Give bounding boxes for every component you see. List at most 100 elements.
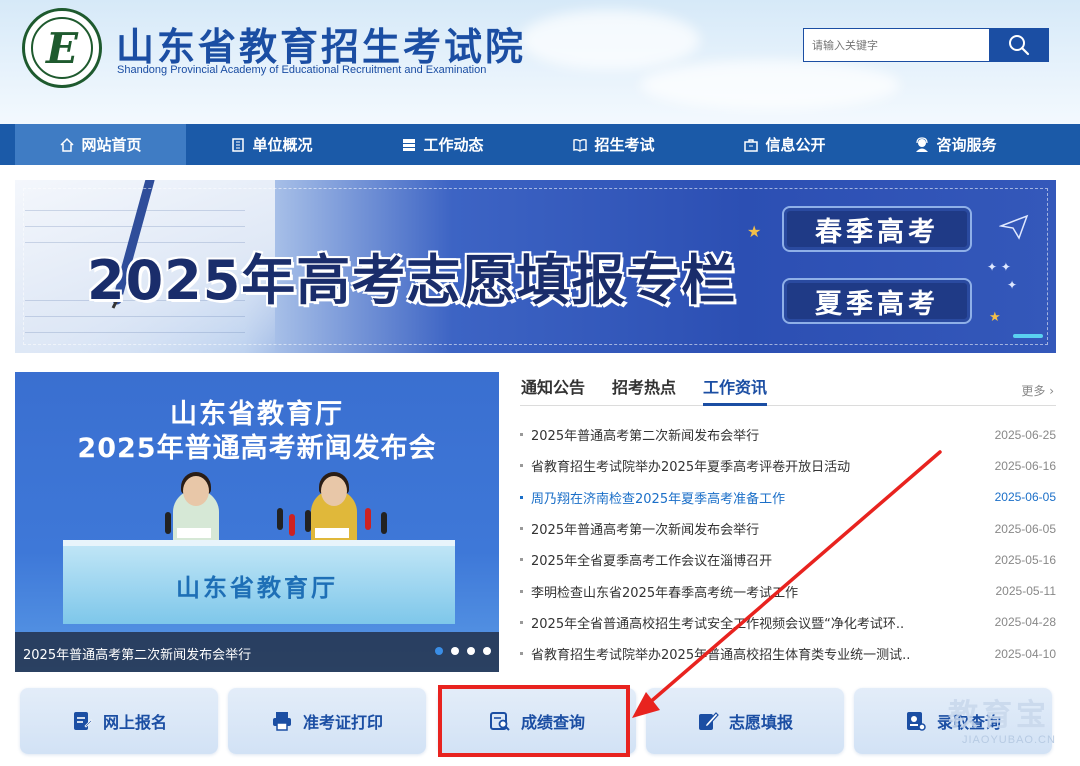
microphone-icon	[305, 510, 311, 532]
bullet-icon	[520, 527, 523, 531]
paper-plane-icon	[999, 214, 1029, 240]
nameplate	[177, 528, 211, 538]
news-date: 2025-06-25	[994, 427, 1056, 442]
news-title: 2025年普通高考第二次新闻发布会举行	[531, 429, 760, 445]
form-icon	[73, 712, 93, 730]
nameplate	[315, 528, 349, 538]
tab-notices[interactable]: 通知公告	[521, 374, 585, 398]
slide-caption-bar: 2025年普通高考第二次新闻发布会举行	[15, 632, 499, 672]
speaker-head	[183, 476, 209, 506]
annotation-highlight-box	[438, 685, 630, 757]
news-panel: 通知公告 招考热点 工作资讯 更多 › 2025年普通高考第二次新闻发布会举行 2…	[520, 372, 1056, 672]
nav-item-disclosure[interactable]: 信息公开	[699, 124, 870, 165]
printer-icon	[272, 712, 291, 731]
bullet-icon	[520, 620, 523, 624]
news-item[interactable]: 省教育招生考试院举办2025年夏季高考评卷开放日活动 2025-06-16	[520, 450, 1056, 481]
sparkle-icon: ✦	[1007, 278, 1018, 292]
news-item[interactable]: 2025年普通高考第二次新闻发布会举行 2025-06-25	[520, 419, 1056, 450]
header-cloud	[640, 60, 900, 110]
microphone-icon	[277, 508, 283, 530]
news-item[interactable]: 2025年全省夏季高考工作会议在淄博召开 2025-05-16	[520, 544, 1056, 575]
news-item[interactable]: 2025年普通高考第一次新闻发布会举行 2025-06-05	[520, 513, 1056, 544]
nav-item-consult[interactable]: 咨询服务	[870, 124, 1041, 165]
speaker-head	[321, 476, 347, 506]
service-label: 准考证打印	[302, 713, 383, 732]
news-item[interactable]: 省教育招生考试院举办2025年普通高校招生体育类专业统一测试.. 2025-04-…	[520, 638, 1056, 669]
bullet-icon	[520, 589, 523, 593]
service-label: 网上报名	[102, 713, 167, 732]
slide-headline-2: 2025年普通高考新闻发布会	[77, 433, 437, 464]
nav-label: 咨询服务	[936, 136, 997, 154]
nav-label: 网站首页	[81, 136, 142, 154]
nav-item-home[interactable]: 网站首页	[15, 124, 186, 165]
tab-work-news[interactable]: 工作资讯	[703, 374, 768, 406]
slide-dot[interactable]	[451, 647, 459, 655]
site-logo[interactable]: E	[22, 8, 102, 88]
admission-ticket-print-button[interactable]: 准考证打印	[228, 688, 426, 754]
briefcase-icon	[744, 138, 759, 152]
building-icon	[232, 137, 245, 152]
microphone-icon	[365, 508, 371, 530]
news-slideshow[interactable]: 山东省教育厅 2025年普通高考新闻发布会 山东省教育厅 2025年普通高考第二…	[15, 372, 499, 672]
slide-dots	[435, 647, 491, 655]
online-registration-button[interactable]: 网上报名	[20, 688, 218, 754]
application-fill-button[interactable]: 志愿填报	[646, 688, 844, 754]
more-link[interactable]: 更多 ›	[1021, 382, 1054, 399]
news-title: 2025年普通高考第一次新闻发布会举行	[531, 523, 760, 539]
news-item-hovered[interactable]: 周乃翔在济南检查2025年夏季高考准备工作 2025-06-05	[520, 482, 1056, 513]
news-list: 2025年普通高考第二次新闻发布会举行 2025-06-25 省教育招生考试院举办…	[520, 419, 1056, 669]
watermark-logo-text: 教育宝	[948, 698, 1050, 733]
more-label: 更多	[1021, 384, 1046, 398]
news-item[interactable]: 李明检查山东省2025年春季高考统一考试工作 2025-05-11	[520, 575, 1056, 606]
news-icon	[403, 138, 416, 151]
star-icon: ★	[989, 310, 1001, 325]
news-title: 周乃翔在济南检查2025年夏季高考准备工作	[531, 491, 786, 507]
main-nav: 网站首页 单位概况 工作动态 招生考试 信息公开 咨询服务	[0, 124, 1080, 165]
bullet-icon	[520, 495, 523, 499]
bullet-icon	[520, 464, 523, 468]
banner-title: 2025年高考志愿填报专栏	[87, 249, 737, 312]
news-date: 2025-06-16	[994, 458, 1056, 473]
desk-banner-text: 山东省教育厅	[176, 574, 338, 602]
nav-item-exams[interactable]: 招生考试	[528, 124, 699, 165]
watermark-url: JIAOYUBAO.CN	[962, 734, 1056, 746]
bullet-icon	[520, 433, 523, 437]
summer-gaokao-button[interactable]: 夏季高考	[782, 278, 972, 324]
news-tabs: 通知公告 招考热点 工作资讯 更多 ›	[520, 372, 1056, 406]
news-title: 2025年全省夏季高考工作会议在淄博召开	[531, 554, 773, 570]
news-date: 2025-04-10	[994, 646, 1056, 661]
nav-label: 招生考试	[594, 136, 655, 154]
news-title: 李明检查山东省2025年春季高考统一考试工作	[531, 585, 799, 601]
slide-caption[interactable]: 2025年普通高考第二次新闻发布会举行	[23, 644, 251, 663]
spring-gaokao-button[interactable]: 春季高考	[782, 206, 972, 252]
search-input[interactable]	[803, 28, 989, 62]
bullet-icon	[520, 652, 523, 656]
slide-dot[interactable]	[435, 647, 443, 655]
nav-item-about[interactable]: 单位概况	[186, 124, 357, 165]
admission-icon	[906, 712, 926, 731]
logo-ring	[31, 17, 93, 79]
book-icon	[573, 138, 588, 152]
news-date: 2025-05-16	[994, 552, 1056, 567]
tab-hot-topics[interactable]: 招考热点	[612, 374, 676, 398]
nav-item-news[interactable]: 工作动态	[357, 124, 528, 165]
service-label: 志愿填报	[728, 713, 793, 732]
slide-dot[interactable]	[483, 647, 491, 655]
site-header: E 山东省教育招生考试院 Shandong Provincial Academy…	[0, 0, 1080, 124]
nav-label: 单位概况	[252, 136, 313, 154]
search-button[interactable]	[989, 28, 1049, 62]
gaokao-banner[interactable]: 2025年高考志愿填报专栏 ★ ★ ✦ ✦ ✦ 春季高考 夏季高考	[15, 180, 1056, 353]
search-bar	[803, 28, 1049, 62]
banner-indicator	[1013, 334, 1043, 338]
chevron-right-icon: ›	[1049, 384, 1054, 398]
news-title: 2025年全省普通高校招生考试安全工作视频会议暨“净化考试环..	[531, 616, 905, 632]
search-icon	[1009, 35, 1030, 56]
news-date: 2025-04-28	[994, 615, 1056, 630]
site-title[interactable]: 山东省教育招生考试院	[116, 16, 526, 71]
slide-dot[interactable]	[467, 647, 475, 655]
header-cloud	[520, 10, 700, 70]
microphone-icon	[165, 512, 171, 534]
news-item[interactable]: 2025年全省普通高校招生考试安全工作视频会议暨“净化考试环.. 2025-04-…	[520, 607, 1056, 638]
news-date: 2025-06-05	[994, 490, 1056, 505]
news-date: 2025-06-05	[994, 521, 1056, 536]
